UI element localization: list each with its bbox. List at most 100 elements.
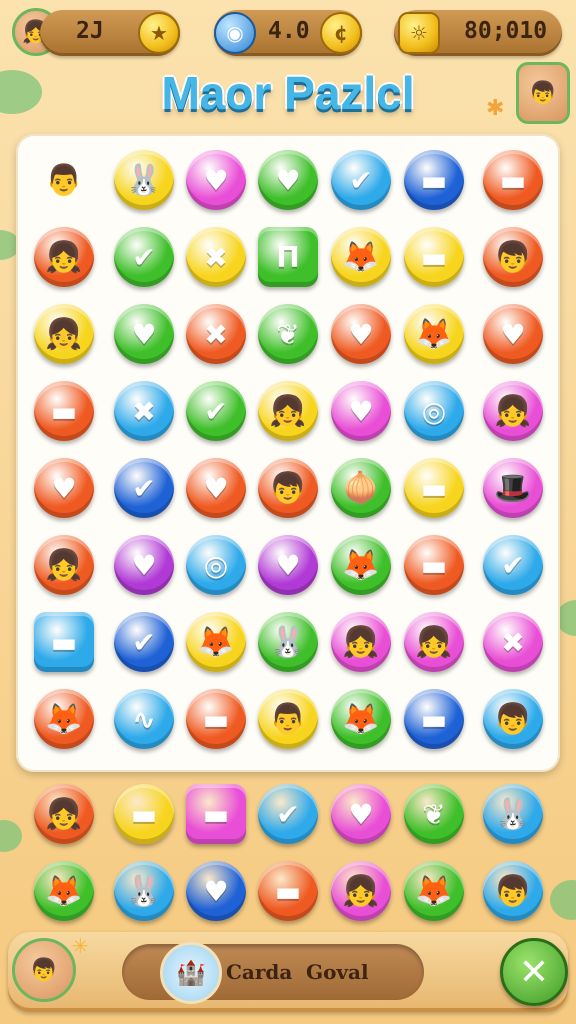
leaf-decoration	[550, 880, 576, 920]
helper-avatar[interactable]: 👦	[12, 938, 76, 1002]
heart-icon: ♥	[131, 317, 157, 351]
tile-fox[interactable]: 🦊	[34, 861, 94, 921]
squiggle-icon: ∿	[132, 702, 156, 736]
fox-icon: 🦊	[342, 239, 380, 275]
tile-fox[interactable]: 🦊	[404, 304, 464, 364]
tile-fox[interactable]: 🦊	[331, 535, 391, 595]
tile-boy-face[interactable]: 👦	[258, 458, 318, 518]
lives-value: 2J	[76, 18, 104, 44]
tile-girl-face[interactable]: 👧	[404, 612, 464, 672]
tile-girl-face[interactable]: 👧	[34, 227, 94, 287]
coin-icon: ¢	[320, 12, 362, 54]
tile-heart[interactable]: ♥	[186, 861, 246, 921]
tile-fox[interactable]: 🦊	[34, 689, 94, 749]
tile-cross[interactable]: ✖	[114, 381, 174, 441]
tile-squiggle[interactable]: ∿	[114, 689, 174, 749]
cross-icon: ✖	[204, 240, 228, 274]
tile-heart[interactable]: ♥	[114, 535, 174, 595]
close-button[interactable]: ✕	[500, 938, 568, 1006]
tile-candy-bar[interactable]: ▬	[483, 150, 543, 210]
tile-leaf[interactable]: ❦	[404, 784, 464, 844]
tile-cross[interactable]: ✖	[186, 227, 246, 287]
tile-heart[interactable]: ♥	[114, 304, 174, 364]
boy-face-icon: 👦	[494, 701, 532, 737]
tile-boy-face[interactable]: 👦	[483, 227, 543, 287]
tile-candy-bar[interactable]: ▬	[186, 784, 246, 844]
tile-fox[interactable]: 🦊	[331, 689, 391, 749]
tile-onion[interactable]: 🧅	[331, 458, 391, 518]
tile-candy-bar[interactable]: ▬	[404, 150, 464, 210]
tile-check[interactable]: ✔	[483, 535, 543, 595]
tile-girl-face[interactable]: 👧	[483, 381, 543, 441]
star-coin-icon: ★	[138, 12, 180, 54]
tile-candy-bar[interactable]: ▬	[404, 689, 464, 749]
tile-girl-face[interactable]: 👧	[34, 535, 94, 595]
tile-heart[interactable]: ♥	[186, 150, 246, 210]
tile-bunny[interactable]: 🐰	[483, 784, 543, 844]
sparkle-icon: ✳	[72, 934, 89, 958]
tile-heart[interactable]: ♥	[331, 784, 391, 844]
tile-stick[interactable]: ▬	[404, 227, 464, 287]
girl-face-icon: 👧	[342, 624, 380, 660]
tile-boy-face[interactable]: 👦	[483, 861, 543, 921]
tile-boy-face[interactable]: 👦	[483, 689, 543, 749]
tile-candy-bar[interactable]: ▬	[114, 784, 174, 844]
tile-bunny[interactable]: 🐰	[114, 861, 174, 921]
girl-face-icon: 👧	[269, 393, 307, 429]
cards-label: Carda	[226, 960, 293, 984]
tile-candy-bar[interactable]: ▬	[34, 612, 94, 672]
tile-fox[interactable]: 🦊	[331, 227, 391, 287]
tile-bunny[interactable]: 🐰	[114, 150, 174, 210]
tile-leaf[interactable]: ❦	[258, 304, 318, 364]
tile-girl-face[interactable]: 👧	[34, 784, 94, 844]
tile-candy-bar[interactable]: ▬	[258, 861, 318, 921]
tile-heart[interactable]: ♥	[258, 535, 318, 595]
lives-counter: 2J ★	[40, 10, 180, 56]
tile-check[interactable]: ✔	[114, 458, 174, 518]
tile-cross[interactable]: ✖	[186, 304, 246, 364]
candy-bar-icon: ▬	[130, 797, 158, 831]
heart-icon: ♥	[51, 471, 77, 505]
tile-man-hat[interactable]: 🎩	[483, 458, 543, 518]
tile-apple[interactable]: ♥	[331, 304, 391, 364]
tile-swirl[interactable]: ◎	[186, 535, 246, 595]
fox-icon: 🦊	[45, 701, 83, 737]
tile-check[interactable]: ✔	[114, 227, 174, 287]
tile-cross[interactable]: ✖	[483, 612, 543, 672]
tile-square-n[interactable]: Π	[258, 227, 318, 287]
fox-icon: 🦊	[342, 547, 380, 583]
tile-person[interactable]: 👨	[34, 150, 94, 210]
tile-stick[interactable]: ▬	[186, 689, 246, 749]
fox-icon: 🦊	[415, 873, 453, 909]
onion-icon: 🧅	[342, 470, 380, 506]
tile-candy-bar[interactable]: ▬	[404, 458, 464, 518]
candy-bar-icon: ▬	[420, 163, 448, 197]
tile-fox[interactable]: 🦊	[404, 861, 464, 921]
tile-heart[interactable]: ♥	[34, 458, 94, 518]
tile-candy-bar[interactable]: ▬	[34, 381, 94, 441]
tile-girl-face[interactable]: 👧	[331, 861, 391, 921]
tile-check[interactable]: ✔	[114, 612, 174, 672]
tile-check[interactable]: ✔	[331, 150, 391, 210]
tile-person[interactable]: 👨	[258, 689, 318, 749]
tile-girl-face[interactable]: 👧	[331, 612, 391, 672]
tile-heart[interactable]: ♥	[258, 150, 318, 210]
tile-swirl[interactable]: ◎	[404, 381, 464, 441]
tile-girl-face[interactable]: 👧	[34, 304, 94, 364]
apple-icon: ♥	[348, 317, 374, 351]
tile-stick[interactable]: ▬	[404, 535, 464, 595]
bunny-icon: 🐰	[125, 873, 163, 909]
tile-apple[interactable]: ♥	[483, 304, 543, 364]
leaf-icon: ❦	[276, 317, 300, 351]
castle-icon[interactable]: 🏰	[160, 942, 222, 1004]
tile-bunny[interactable]: 🐰	[258, 612, 318, 672]
tile-girl-face[interactable]: 👧	[258, 381, 318, 441]
tile-heart[interactable]: ♥	[331, 381, 391, 441]
fox-icon: 🦊	[197, 624, 235, 660]
fox-icon: 🦊	[342, 701, 380, 737]
candy-bar-icon: ▬	[50, 394, 78, 428]
tile-check[interactable]: ✔	[186, 381, 246, 441]
tile-apple[interactable]: ♥	[186, 458, 246, 518]
tile-fox[interactable]: 🦊	[186, 612, 246, 672]
tile-check[interactable]: ✔	[258, 784, 318, 844]
